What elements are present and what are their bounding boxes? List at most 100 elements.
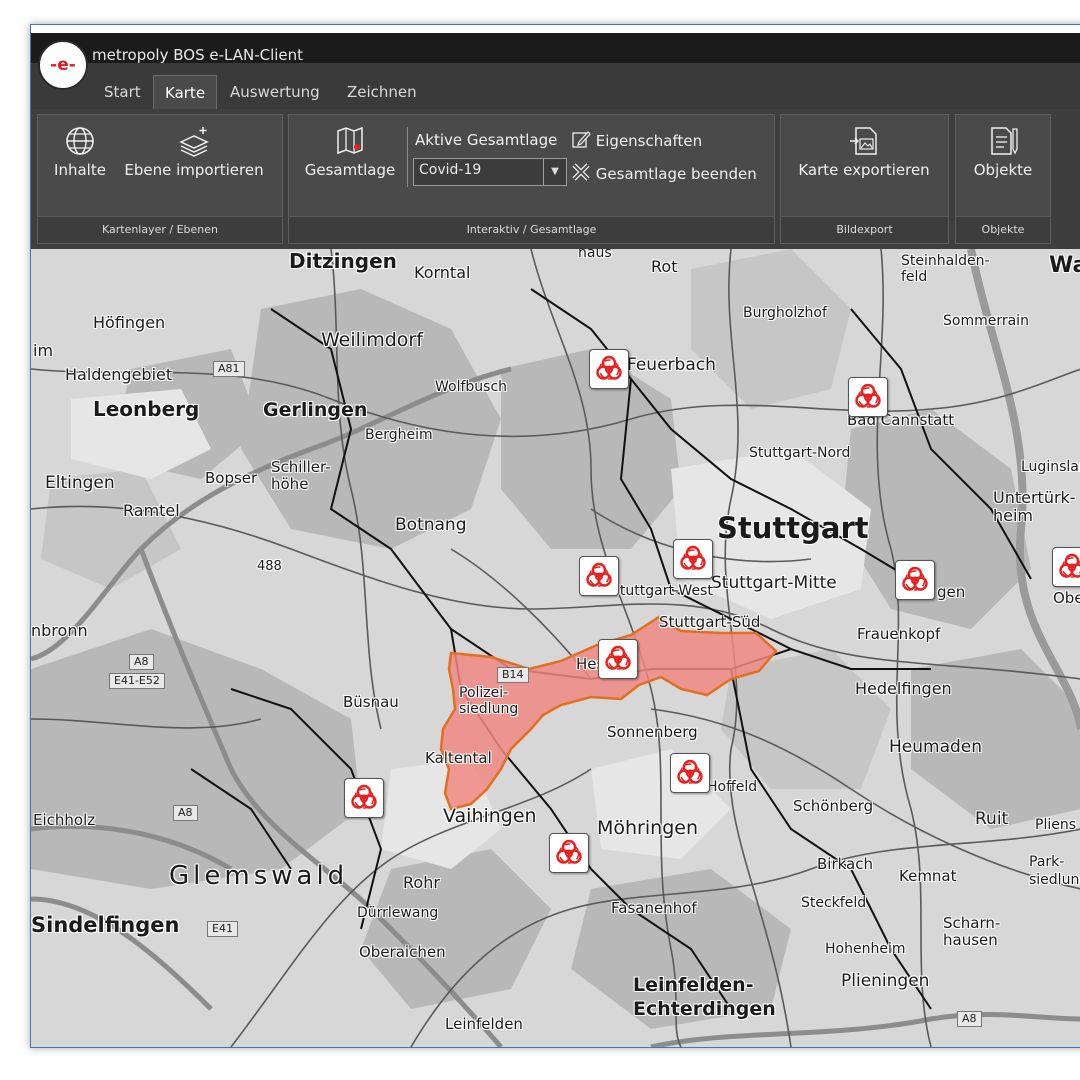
tab-auswertung[interactable]: Auswertung xyxy=(219,75,331,109)
place-label: Steinhalden-feld xyxy=(901,253,990,285)
biohazard-marker[interactable] xyxy=(670,753,710,793)
biohazard-icon xyxy=(902,566,928,591)
biohazard-marker[interactable] xyxy=(895,560,935,600)
place-label: Möhringen xyxy=(597,817,698,839)
group-label-objekte: Objekte xyxy=(956,216,1050,243)
place-label: Stuttgart-West xyxy=(611,583,713,599)
layers-import-icon xyxy=(179,127,209,157)
place-label: Glemswald xyxy=(169,861,349,891)
place-label: Sonnenberg xyxy=(607,723,698,741)
place-label: Dürrlewang xyxy=(357,905,439,921)
tab-karte[interactable]: Karte xyxy=(153,75,218,110)
road-shield: A8 xyxy=(129,654,154,670)
gesamtlage-label: Gesamtlage xyxy=(304,161,396,179)
karte-exportieren-button[interactable]: Karte exportieren xyxy=(789,125,939,179)
tab-bar: Start Karte Auswertung Zeichnen xyxy=(31,63,1080,110)
place-label: Kaltental xyxy=(425,749,492,767)
place-label: Sindelfingen xyxy=(31,913,180,937)
gesamtlage-select-value: Covid-19 xyxy=(419,162,482,178)
group-label-layers: Kartenlayer / Ebenen xyxy=(38,216,282,243)
place-label: Scharn-hausen xyxy=(943,914,1001,949)
place-label: Leinfelden-Echterdingen xyxy=(633,974,776,1020)
eigenschaften-button[interactable]: Eigenschaften xyxy=(571,129,702,150)
app-window: metropoly BOS e-LAN-Client -e- Start Kar… xyxy=(30,24,1080,1048)
chevron-down-icon[interactable]: ▼ xyxy=(543,159,566,185)
biohazard-marker[interactable] xyxy=(589,349,629,389)
tab-start[interactable]: Start xyxy=(93,75,152,109)
biohazard-marker[interactable] xyxy=(1052,547,1080,587)
place-label: Schönberg xyxy=(793,797,874,815)
ribbon-separator xyxy=(407,127,408,187)
place-label: Stuttgart-Mitte xyxy=(711,573,837,593)
place-label: Burgholzhof xyxy=(743,305,827,321)
window-title: metropoly BOS e-LAN-Client xyxy=(92,46,304,64)
place-label: Plieningen xyxy=(841,971,930,991)
group-label-bildexport: Bildexport xyxy=(781,216,948,243)
place-label: Park-siedlung xyxy=(1029,854,1080,888)
road-shield: E41 xyxy=(207,921,238,937)
karte-exportieren-label: Karte exportieren xyxy=(798,161,930,179)
gesamtlage-beenden-button[interactable]: Gesamtlage beenden xyxy=(571,162,757,183)
gesamtlage-select[interactable]: Covid-19 ▼ xyxy=(413,158,567,186)
place-label: Steckfeld xyxy=(801,895,867,911)
place-label: Fasanenhof xyxy=(611,899,697,917)
place-label: Birkach xyxy=(817,855,873,873)
gesamtlage-button[interactable]: Gesamtlage xyxy=(301,125,399,179)
place-label: nbronn xyxy=(31,621,88,640)
objekte-button[interactable]: Objekte xyxy=(964,125,1042,179)
biohazard-marker[interactable] xyxy=(579,556,619,596)
objekte-label: Objekte xyxy=(973,161,1033,179)
ribbon-group-layers: Inhalte Ebene importieren Kartenlayer / … xyxy=(37,114,283,244)
place-label: Botnang xyxy=(395,515,467,535)
biohazard-icon xyxy=(596,355,622,380)
biohazard-icon xyxy=(677,759,703,784)
road-shield: B14 xyxy=(497,667,529,683)
biohazard-marker[interactable] xyxy=(848,377,888,417)
place-label: Ditzingen xyxy=(289,249,397,273)
tab-zeichnen[interactable]: Zeichnen xyxy=(336,75,428,109)
export-image-icon xyxy=(850,127,877,155)
biohazard-icon xyxy=(855,383,881,408)
place-label: Pliens xyxy=(1035,817,1077,833)
place-label: Eltingen xyxy=(45,473,115,493)
map-view[interactable]: Ditzingen Korntal haus Höfingen Weilimdo… xyxy=(31,249,1080,1047)
biohazard-marker[interactable] xyxy=(673,539,713,579)
road-shield: A8 xyxy=(173,805,198,821)
biohazard-icon xyxy=(586,562,612,587)
gesamtlage-beenden-label: Gesamtlage beenden xyxy=(595,165,757,183)
place-label: Feuerbach xyxy=(627,355,716,375)
place-label: gen xyxy=(937,583,966,601)
place-label: Wolfbusch xyxy=(435,379,508,395)
road-shield: A8 xyxy=(957,1011,982,1027)
road-shield: E41-E52 xyxy=(109,673,165,689)
place-label: Rohr xyxy=(403,873,440,892)
biohazard-marker[interactable] xyxy=(598,639,638,679)
inhalte-button[interactable]: Inhalte xyxy=(48,125,112,179)
place-label: Höfingen xyxy=(93,313,166,332)
biohazard-marker[interactable] xyxy=(344,778,384,818)
place-label: im xyxy=(33,341,54,360)
place-label: Gerlingen xyxy=(263,399,368,421)
place-label: Ramtel xyxy=(123,501,180,520)
place-label: Stuttgart-Nord xyxy=(749,445,851,461)
biohazard-icon xyxy=(556,839,582,864)
place-label: Hoffeld xyxy=(707,779,758,795)
biohazard-marker[interactable] xyxy=(549,833,589,873)
road-shield: A81 xyxy=(213,361,245,377)
aktive-gesamtlage-label: Aktive Gesamtlage xyxy=(415,131,558,149)
elevation-label: 488 xyxy=(257,559,282,574)
place-label: Obe xyxy=(1053,589,1080,607)
place-label: Rot xyxy=(651,257,678,276)
ribbon-group-bildexport: Karte exportieren Bildexport xyxy=(780,114,949,244)
ebene-importieren-button[interactable]: Ebene importieren xyxy=(120,125,268,179)
place-label: Stuttgart-Süd xyxy=(659,613,761,631)
app-logo[interactable]: -e- xyxy=(38,40,88,90)
place-label: Hedelfingen xyxy=(855,679,952,698)
group-label-gesamtlage: Interaktiv / Gesamtlage xyxy=(289,216,774,243)
biohazard-icon xyxy=(351,784,377,809)
ribbon-group-objekte: Objekte Objekte xyxy=(955,114,1051,244)
place-label: Bergheim xyxy=(365,427,433,443)
place-label: haus xyxy=(578,249,612,261)
inhalte-label: Inhalte xyxy=(54,161,106,179)
biohazard-icon xyxy=(1059,553,1080,578)
